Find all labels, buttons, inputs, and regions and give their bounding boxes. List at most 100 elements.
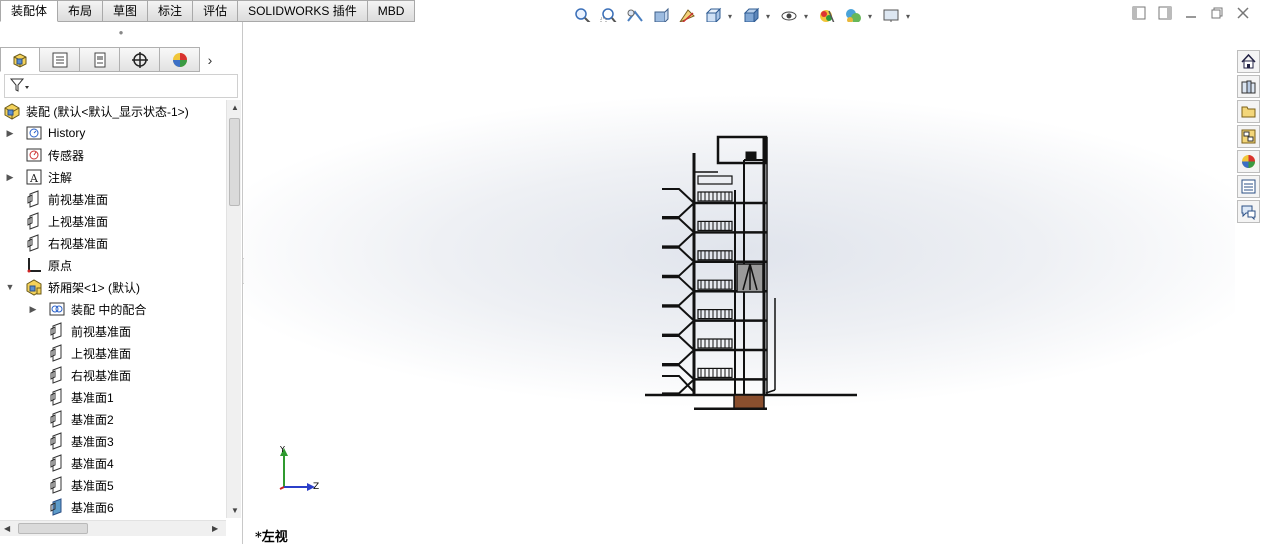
tree-item[interactable]: 基准面1	[0, 386, 226, 408]
scroll-right-icon[interactable]: ▶	[212, 524, 218, 533]
stair-railing	[697, 175, 733, 185]
tab-0[interactable]: 装配体	[0, 0, 59, 22]
chevron-down-icon[interactable]: ▾	[804, 12, 812, 21]
vertical-scrollbar[interactable]: ▲ ▼	[226, 100, 241, 518]
tile-right-icon[interactable]	[1157, 6, 1173, 22]
tree-root[interactable]: 装配 (默认<默认_显示状态-1>)	[0, 100, 226, 122]
view-orientation-label: *左视	[255, 530, 288, 544]
chevron-right-icon[interactable]: ›	[200, 47, 220, 72]
horizontal-scroll-thumb[interactable]	[18, 523, 88, 534]
tree-item[interactable]: 基准面2	[0, 408, 226, 430]
tree-item-label: 装配 中的配合	[71, 302, 147, 317]
tree-item[interactable]: 基准面3	[0, 430, 226, 452]
stair-flight	[662, 305, 696, 336]
chevron-down-icon[interactable]: ▾	[906, 12, 914, 21]
vertical-scroll-thumb[interactable]	[229, 118, 240, 206]
plane-icon	[48, 410, 66, 428]
scroll-down-icon[interactable]: ▼	[231, 506, 239, 515]
tile-left-icon[interactable]	[1131, 6, 1147, 22]
chevron-right-icon[interactable]: ▶	[5, 128, 15, 139]
display-manager-icon[interactable]	[160, 47, 200, 72]
tree-item[interactable]: 前视基准面	[0, 188, 226, 210]
tab-3[interactable]: 标注	[148, 0, 194, 22]
feature-manager-icon[interactable]	[0, 47, 40, 72]
minimize-icon[interactable]	[1183, 6, 1199, 22]
subassembly-icon	[25, 278, 43, 296]
chevron-right-icon[interactable]: ▶	[28, 304, 38, 315]
tree-item[interactable]: 右视基准面	[0, 364, 226, 386]
file-explorer-icon[interactable]	[1237, 100, 1260, 123]
tab-6[interactable]: MBD	[367, 0, 416, 22]
stair-railing	[697, 338, 733, 349]
panel-grip[interactable]: ●	[0, 22, 242, 42]
home-icon[interactable]	[1237, 50, 1260, 73]
plane-selected-icon	[48, 498, 66, 516]
stair-railing	[697, 279, 733, 290]
tree-item[interactable]: 前视基准面	[0, 320, 226, 342]
tree-item[interactable]: 基准面4	[0, 452, 226, 474]
tree-item[interactable]: ▶ 装配 中的配合	[0, 298, 226, 320]
plane-icon	[25, 234, 43, 252]
graphics-area[interactable]	[244, 22, 1235, 544]
restore-icon[interactable]	[1209, 6, 1225, 22]
plane-icon	[48, 366, 66, 384]
tree-item[interactable]: 上视基准面	[0, 210, 226, 232]
tree-root-label: 装配 (默认<默认_显示状态-1>)	[26, 104, 189, 119]
stair-railing	[697, 220, 733, 231]
tree-item[interactable]: 基准面6	[0, 496, 226, 516]
feature-manager-panel: ● › 装配 (默认<默认_显示状态-1>) ▶ History 传感器 ▶ A 注解前视…	[0, 22, 243, 544]
tree-filter[interactable]	[4, 74, 238, 98]
tab-4[interactable]: 评估	[193, 0, 239, 22]
dimxpert-manager-icon[interactable]	[120, 47, 160, 72]
tree-item-label: 基准面1	[71, 390, 114, 405]
tree-item[interactable]: 原点	[0, 254, 226, 276]
pit-block	[733, 394, 765, 410]
tab-5[interactable]: SOLIDWORKS 插件	[238, 0, 368, 22]
stair-railing	[697, 250, 733, 261]
tab-1[interactable]: 布局	[58, 0, 104, 22]
scroll-left-icon[interactable]: ◀	[4, 524, 10, 533]
horizontal-scrollbar[interactable]: ◀ ▶	[0, 520, 226, 536]
chevron-down-icon[interactable]: ▾	[868, 12, 876, 21]
traction-machine	[745, 151, 757, 161]
forum-icon[interactable]	[1237, 200, 1260, 223]
chevron-down-icon[interactable]: ▾	[728, 12, 736, 21]
stair-flight	[662, 364, 696, 395]
scroll-up-icon[interactable]: ▲	[231, 103, 239, 112]
appearances-icon[interactable]	[1237, 150, 1260, 173]
plane-icon	[48, 454, 66, 472]
plane-icon	[48, 432, 66, 450]
tree-item-label: 注解	[48, 170, 73, 185]
chevron-down-icon[interactable]: ▼	[5, 282, 15, 292]
configuration-manager-icon[interactable]	[80, 47, 120, 72]
design-library-icon[interactable]	[1237, 75, 1260, 98]
filter-icon[interactable]	[9, 77, 31, 96]
tree-item[interactable]: ▼ 轿厢架<1> (默认)	[0, 276, 226, 298]
tree-item[interactable]: ▶ A 注解	[0, 166, 226, 188]
custom-properties-icon[interactable]	[1237, 175, 1260, 198]
tree-item-label: 右视基准面	[48, 236, 109, 251]
tab-2[interactable]: 草图	[103, 0, 149, 22]
property-manager-icon[interactable]	[40, 47, 80, 72]
view-palette-icon[interactable]	[1237, 125, 1260, 148]
window-controls	[1131, 6, 1251, 22]
tree-item-label: 传感器	[48, 148, 85, 163]
chevron-right-icon[interactable]: ▶	[5, 172, 15, 183]
chevron-down-icon[interactable]: ▾	[766, 12, 774, 21]
tree-item-label: 基准面4	[71, 456, 114, 471]
close-icon[interactable]	[1235, 6, 1251, 22]
tree-item[interactable]: 传感器	[0, 144, 226, 166]
tree-item-label: 轿厢架<1> (默认)	[48, 280, 141, 295]
plane-icon	[25, 190, 43, 208]
elevator-model-left-view[interactable]	[244, 22, 1235, 544]
tree-item[interactable]: 右视基准面	[0, 232, 226, 254]
task-pane	[1237, 50, 1261, 223]
stair-railing	[697, 309, 733, 320]
tree-item[interactable]: 基准面5	[0, 474, 226, 496]
plane-icon	[48, 322, 66, 340]
tree-item[interactable]: 上视基准面	[0, 342, 226, 364]
stair-flight	[662, 188, 696, 218]
svg-text:A: A	[29, 172, 39, 185]
tree-item[interactable]: ▶ History	[0, 122, 226, 144]
tree-item-label: 上视基准面	[48, 214, 109, 229]
